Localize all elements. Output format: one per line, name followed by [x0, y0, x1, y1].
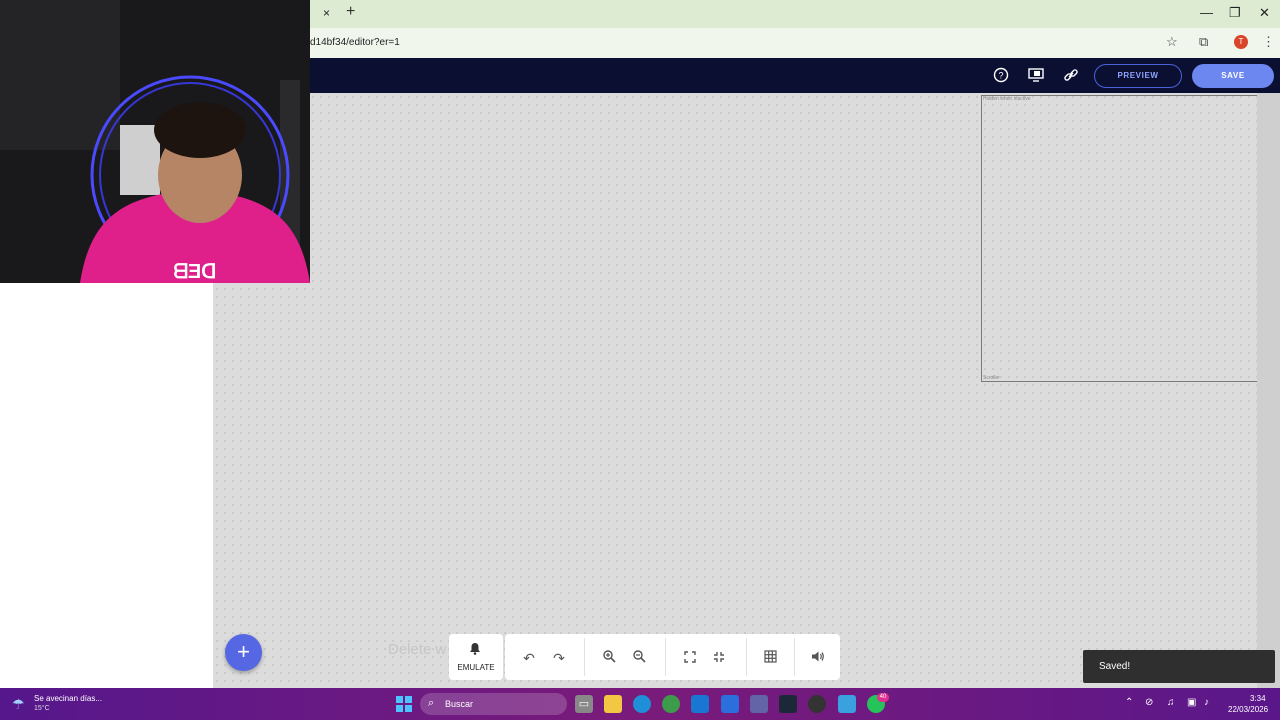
toolbar-divider — [665, 638, 666, 676]
taskbar-time[interactable]: 3:34 — [1250, 694, 1266, 703]
webcam-overlay: ᗺƎᗡ — [0, 0, 310, 283]
camera-off-icon[interactable]: ⊘ — [1145, 697, 1153, 708]
frame-title: Hidden when inactive — [983, 96, 1031, 102]
canvas-hint-text: Delete w — [388, 641, 447, 658]
scroller-frame[interactable] — [981, 95, 1257, 382]
save-button[interactable]: SAVE — [1192, 64, 1274, 88]
windows-taskbar: ☂ Se avecinan días... 15°C ⌕ Buscar ▭ ⌃ … — [0, 688, 1280, 720]
saved-toast: Saved! — [1083, 650, 1275, 683]
start-button[interactable] — [396, 696, 412, 712]
bell-icon — [469, 642, 481, 658]
grid-icon[interactable] — [761, 649, 779, 667]
preview-button[interactable]: PREVIEW — [1094, 64, 1182, 88]
minimize-button[interactable]: — — [1200, 5, 1213, 20]
network-icon[interactable]: ▣ — [1187, 697, 1196, 708]
canvas-scroll-strip[interactable] — [1257, 93, 1280, 688]
frame-footer: Scroller — [983, 375, 1000, 381]
taskbar-search[interactable]: ⌕ Buscar — [420, 693, 567, 715]
profile-avatar[interactable]: T — [1234, 35, 1248, 49]
exit-fullscreen-icon[interactable] — [710, 649, 728, 667]
toolbar-divider — [794, 638, 795, 676]
notification-badge: 40 — [877, 693, 889, 702]
taskbar-date[interactable]: 22/03/2026 — [1228, 705, 1268, 714]
menu-dots-icon[interactable]: ⋮ — [1262, 34, 1275, 50]
emulate-label: EMULATE — [457, 663, 495, 672]
task-view-icon[interactable]: ▭ — [575, 695, 593, 713]
link-icon[interactable] — [1062, 67, 1080, 85]
teams-icon[interactable] — [750, 695, 768, 713]
weather-icon[interactable]: ☂ — [12, 696, 25, 713]
outlook-icon[interactable] — [691, 695, 709, 713]
steam-icon[interactable] — [779, 695, 797, 713]
add-element-button[interactable]: + — [225, 634, 262, 671]
microphone-icon[interactable]: ♫ — [1167, 697, 1175, 708]
bookmark-star-icon[interactable]: ☆ — [1166, 34, 1178, 50]
zoom-in-icon[interactable] — [600, 649, 618, 667]
close-window-button[interactable]: ✕ — [1259, 5, 1270, 21]
toolbar-divider — [746, 638, 747, 676]
help-icon[interactable]: ? — [992, 67, 1010, 85]
extensions-icon[interactable]: ⧉ — [1199, 34, 1208, 50]
volume-icon[interactable] — [809, 649, 827, 667]
notepad-icon[interactable] — [838, 695, 856, 713]
undo-icon[interactable]: ↶ — [520, 649, 538, 667]
chrome-icon[interactable] — [662, 695, 680, 713]
fullscreen-icon[interactable] — [681, 649, 699, 667]
file-explorer-icon[interactable] — [604, 695, 622, 713]
emulate-button[interactable]: EMULATE — [449, 634, 503, 680]
redo-icon[interactable]: ↷ — [550, 649, 568, 667]
zoom-out-icon[interactable] — [630, 649, 648, 667]
weather-temperature: 15°C — [34, 705, 50, 712]
edge-icon[interactable] — [633, 695, 651, 713]
store-icon[interactable] — [721, 695, 739, 713]
weather-title[interactable]: Se avecinan días... — [34, 694, 102, 703]
screen-icon[interactable] — [1027, 67, 1045, 85]
url-field[interactable]: d14bf34/editor?er=1 — [310, 37, 400, 48]
search-icon: ⌕ — [428, 697, 435, 709]
maximize-button[interactable]: ❐ — [1229, 5, 1241, 21]
toolbar-divider — [584, 638, 585, 676]
svg-text:ᗺƎᗡ: ᗺƎᗡ — [173, 261, 216, 283]
tray-chevron-icon[interactable]: ⌃ — [1125, 697, 1133, 708]
obs-icon[interactable] — [808, 695, 826, 713]
canvas-toolbar: ↶ ↷ — [505, 634, 840, 680]
left-panel — [0, 283, 213, 688]
new-tab-button[interactable]: + — [346, 3, 355, 21]
svg-text:?: ? — [998, 71, 1003, 81]
search-placeholder: Buscar — [445, 699, 474, 709]
plus-icon: + — [237, 639, 250, 664]
speaker-icon[interactable]: ♪ — [1204, 697, 1209, 708]
tab-close-button[interactable]: × — [323, 6, 330, 20]
